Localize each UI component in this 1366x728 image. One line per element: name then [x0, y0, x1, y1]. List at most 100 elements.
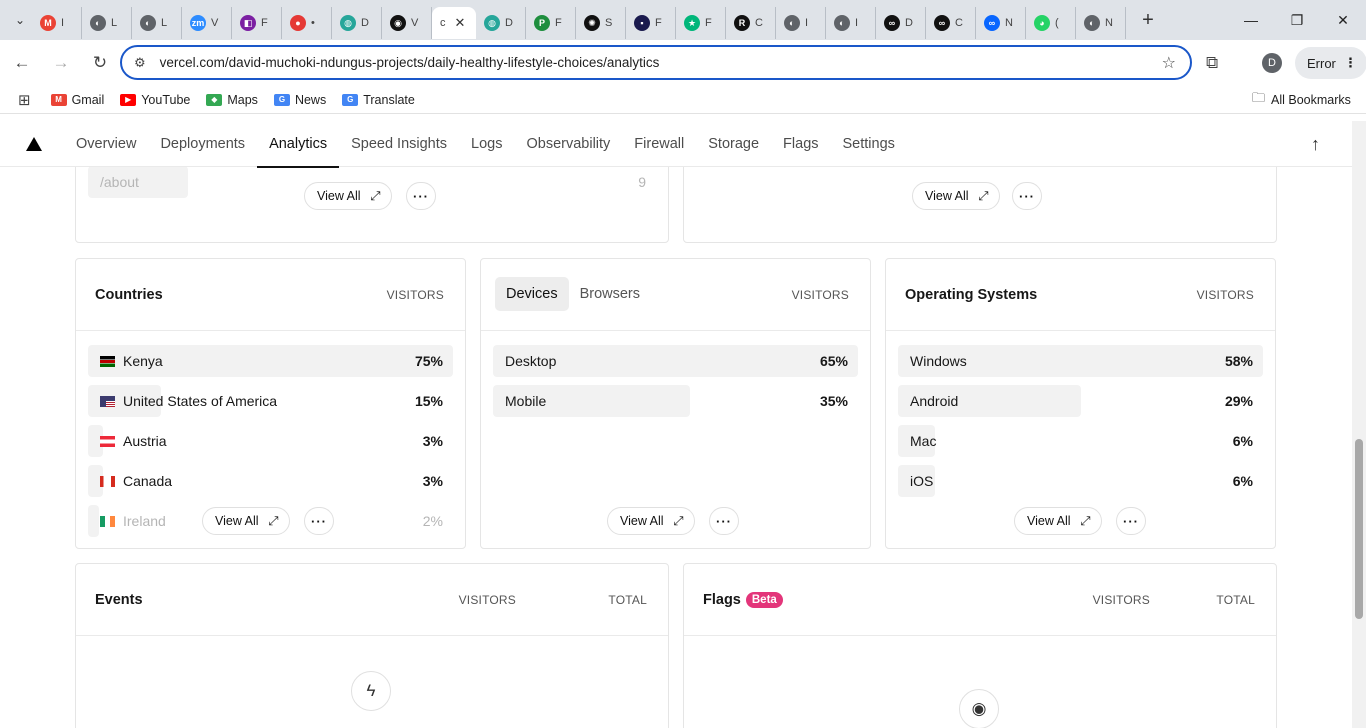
- tab-search-button[interactable]: ⌄: [8, 8, 32, 32]
- row-label: Windows: [910, 353, 967, 369]
- close-tab-icon[interactable]: ✕: [455, 15, 466, 31]
- list-item[interactable]: Windows 58%: [898, 345, 1263, 377]
- gmail-icon: M: [40, 15, 56, 31]
- tab-browsers[interactable]: Browsers: [569, 277, 651, 311]
- browser-tab[interactable]: ◍ D: [476, 7, 526, 39]
- browser-tab[interactable]: ◐ L: [82, 7, 132, 39]
- restore-button[interactable]: ❐: [1274, 0, 1320, 40]
- row-label: United States of America: [100, 393, 277, 409]
- ellipsis-icon: ···: [1019, 188, 1035, 204]
- error-menu-button[interactable]: Error ⋮: [1295, 40, 1366, 86]
- browser-tab[interactable]: MI: [32, 7, 82, 39]
- active-browser-tab[interactable]: c ✕: [432, 7, 476, 39]
- tab-settings[interactable]: Settings: [831, 121, 907, 167]
- list-item[interactable]: Canada 3%: [88, 465, 453, 497]
- list-item[interactable]: Mobile 35%: [493, 385, 858, 417]
- list-item[interactable]: Austria 3%: [88, 425, 453, 457]
- view-all-button[interactable]: View All ⤢: [202, 507, 290, 535]
- row-value: 6%: [1232, 433, 1253, 449]
- browser-tab[interactable]: zm V: [182, 7, 232, 39]
- browser-tab[interactable]: ∞ N: [976, 7, 1026, 39]
- browser-tab[interactable]: ◉ V: [382, 7, 432, 39]
- apps-grid-icon[interactable]: ⊞: [18, 91, 31, 109]
- minimize-button[interactable]: —: [1228, 0, 1274, 40]
- card-title: Events: [95, 591, 143, 608]
- tab-deployments[interactable]: Deployments: [148, 121, 257, 167]
- scroll-top-icon[interactable]: ↑: [1311, 134, 1320, 155]
- bookmark-youtube[interactable]: ▶ YouTube: [120, 93, 190, 107]
- browser-tab[interactable]: ∞ D: [876, 7, 926, 39]
- list-item[interactable]: United States of America 15%: [88, 385, 453, 417]
- address-bar[interactable]: ⚙ vercel.com/david-muchoki-ndungus-proje…: [120, 45, 1192, 80]
- browser-tab[interactable]: ◕(: [1026, 7, 1076, 39]
- tab-firewall[interactable]: Firewall: [622, 121, 696, 167]
- tab-logs[interactable]: Logs: [459, 121, 514, 167]
- list-item[interactable]: Kenya 75%: [88, 345, 453, 377]
- view-all-label: View All: [925, 189, 969, 203]
- view-all-button[interactable]: View All ⤢: [607, 507, 695, 535]
- more-options-button[interactable]: ···: [304, 507, 334, 535]
- browser-tab[interactable]: ◐ N: [1076, 7, 1126, 39]
- bookmark-news[interactable]: G News: [273, 92, 327, 107]
- kenya-flag-icon: [100, 355, 115, 367]
- tab-flags[interactable]: Flags: [771, 121, 830, 167]
- vercel-logo-icon[interactable]: [26, 136, 42, 151]
- row-label: Mac: [910, 433, 936, 449]
- tab-analytics[interactable]: Analytics: [257, 121, 340, 168]
- browser-tab[interactable]: ∞ C: [926, 7, 976, 39]
- reload-button[interactable]: ↻: [83, 46, 117, 80]
- kebab-menu-icon: ⋮: [1343, 55, 1357, 70]
- tab-speed-insights[interactable]: Speed Insights: [339, 121, 459, 167]
- bookmark-translate[interactable]: G Translate: [342, 93, 415, 107]
- browser-tab[interactable]: ◐ I: [826, 7, 876, 39]
- more-options-button[interactable]: ···: [1116, 507, 1146, 535]
- browser-tab[interactable]: ◐ L: [132, 7, 182, 39]
- tab-devices[interactable]: Devices: [495, 277, 569, 311]
- browser-tab[interactable]: ◍ D: [332, 7, 382, 39]
- bookmark-star-icon[interactable]: ☆: [1162, 53, 1176, 73]
- close-window-button[interactable]: ✕: [1320, 0, 1366, 40]
- bookmark-label: News: [294, 92, 327, 107]
- tab-storage[interactable]: Storage: [696, 121, 771, 167]
- devices-browsers-toggle: Devices Browsers: [495, 277, 651, 311]
- more-options-button[interactable]: ···: [1012, 182, 1042, 210]
- view-all-button[interactable]: View All ⤢: [304, 182, 392, 210]
- bookmark-gmail[interactable]: M Gmail: [50, 93, 104, 107]
- tab-observability[interactable]: Observability: [514, 121, 622, 167]
- browser-tab[interactable]: ◐ I: [776, 7, 826, 39]
- browser-tab[interactable]: ▪ F: [626, 7, 676, 39]
- list-item[interactable]: iOS 6%: [898, 465, 1263, 497]
- ellipsis-icon: ···: [311, 513, 327, 529]
- tab-overview[interactable]: Overview: [64, 121, 148, 167]
- new-tab-button[interactable]: +: [1134, 6, 1162, 34]
- page-scrollbar[interactable]: [1352, 121, 1366, 728]
- eye-icon: ◉: [959, 689, 999, 728]
- browser-tab[interactable]: ★ F: [676, 7, 726, 39]
- profile-button[interactable]: D: [1262, 40, 1282, 86]
- view-all-button[interactable]: View All ⤢: [912, 182, 1000, 210]
- browser-tab[interactable]: RC: [726, 7, 776, 39]
- more-options-button[interactable]: ···: [709, 507, 739, 535]
- browser-tab[interactable]: ✺ S: [576, 7, 626, 39]
- more-options-button[interactable]: ···: [406, 182, 436, 210]
- p-icon: P: [534, 15, 550, 31]
- bookmark-maps[interactable]: ◆ Maps: [206, 93, 258, 107]
- browser-tab[interactable]: ● •: [282, 7, 332, 39]
- row-label-text: Desktop: [505, 353, 557, 369]
- scrollbar-thumb[interactable]: [1355, 439, 1363, 619]
- arrow-right-icon: →: [52, 53, 70, 72]
- back-button[interactable]: ←: [5, 46, 39, 80]
- forward-button[interactable]: →: [44, 46, 78, 80]
- list-item[interactable]: Desktop 65%: [493, 345, 858, 377]
- all-bookmarks-button[interactable]: 🗀 All Bookmarks: [1252, 89, 1351, 111]
- extensions-button[interactable]: ⧉: [1206, 40, 1218, 86]
- view-all-button[interactable]: View All ⤢: [1014, 507, 1102, 535]
- star-icon: ★: [684, 15, 700, 31]
- site-info-icon[interactable]: ⚙: [134, 55, 146, 71]
- browser-tab[interactable]: ◧ F: [232, 7, 282, 39]
- ellipsis-icon: ···: [716, 513, 732, 529]
- list-item[interactable]: Mac 6%: [898, 425, 1263, 457]
- browser-tab[interactable]: PF: [526, 7, 576, 39]
- ellipsis-icon: ···: [413, 188, 429, 204]
- list-item[interactable]: Android 29%: [898, 385, 1263, 417]
